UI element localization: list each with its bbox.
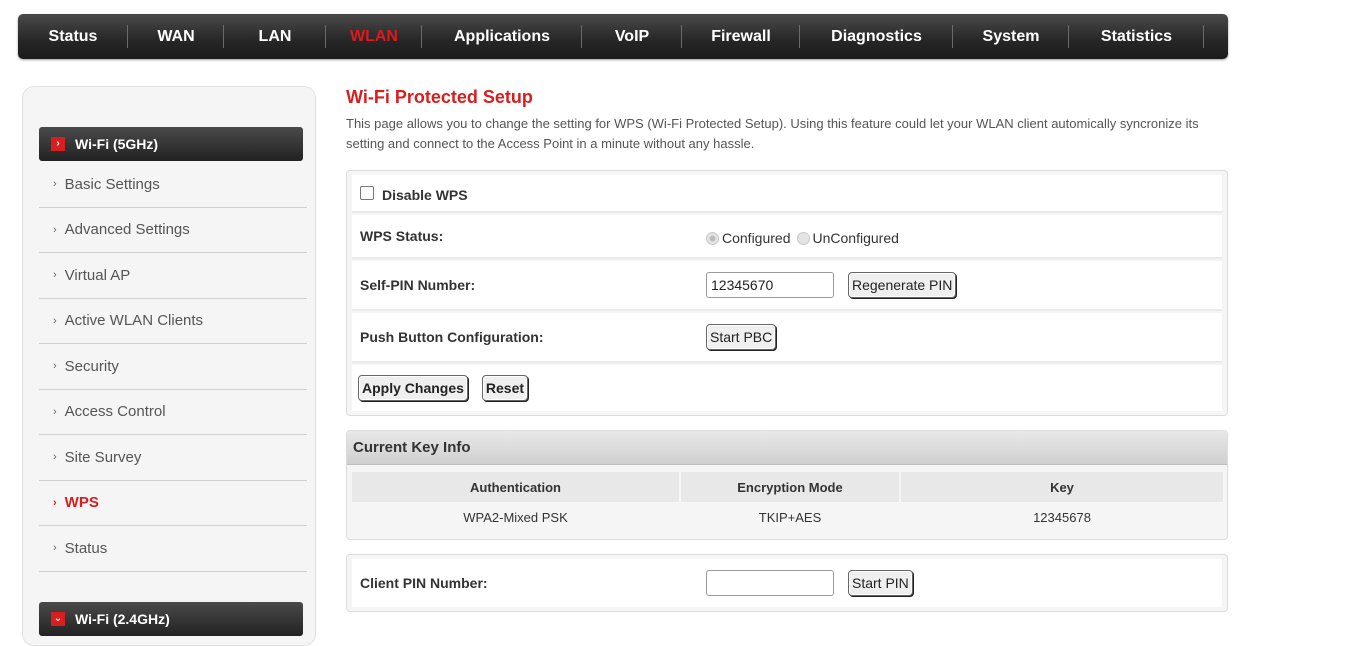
nav-statistics[interactable]: Statistics xyxy=(1069,14,1204,59)
sidebar: › Wi-Fi (5GHz) › Basic Settings › Advanced… xyxy=(22,86,316,646)
nav-system[interactable]: System xyxy=(953,14,1069,59)
wps-status-row: WPS Status: Configured UnConfigured xyxy=(352,215,1222,259)
client-pin-row: Client PIN Number: Start PIN xyxy=(352,559,1222,607)
chevron-down-icon: ⌄ xyxy=(51,612,65,626)
sidebar-group-label: Wi-Fi (5GHz) xyxy=(75,136,159,152)
disable-wps-row: Disable WPS xyxy=(352,175,1222,213)
page-title: Wi-Fi Protected Setup xyxy=(346,87,533,107)
cell-encryption-mode: TKIP+AES xyxy=(681,502,899,532)
pbc-label: Push Button Configuration: xyxy=(360,329,544,345)
sidebar-item-security[interactable]: › Security xyxy=(39,344,307,390)
sidebar-item-label: Basic Settings xyxy=(64,175,160,193)
sidebar-item-label: Security xyxy=(64,357,119,375)
chevron-right-icon: › xyxy=(51,137,65,151)
client-pin-controls: Start PIN xyxy=(706,570,913,596)
configured-label: Configured xyxy=(722,230,791,246)
sidebar-item-virtual-ap[interactable]: › Virtual AP xyxy=(39,253,307,299)
bullet-icon: › xyxy=(53,451,57,464)
start-pbc-button[interactable]: Start PBC xyxy=(706,324,777,350)
sidebar-item-basic-settings[interactable]: › Basic Settings xyxy=(39,162,307,208)
bullet-icon: › xyxy=(53,178,57,191)
key-info-header-row: Authentication Encryption Mode Key xyxy=(352,472,1223,502)
header-authentication: Authentication xyxy=(352,472,679,502)
bullet-icon: › xyxy=(53,496,57,509)
key-info-title: Current Key Info xyxy=(347,431,1227,465)
self-pin-input[interactable]: 12345670 xyxy=(706,272,834,298)
header-key: Key xyxy=(901,472,1223,502)
sidebar-group-label: Wi-Fi (2.4GHz) xyxy=(75,611,170,627)
top-nav: Status WAN LAN WLAN Applications VoIP Fi… xyxy=(18,14,1228,59)
sidebar-item-label: Virtual AP xyxy=(64,266,131,284)
pbc-row: Push Button Configuration: Start PBC xyxy=(352,313,1222,363)
wps-status-options: Configured UnConfigured xyxy=(706,230,905,246)
header-encryption-mode: Encryption Mode xyxy=(681,472,899,502)
nav-wan[interactable]: WAN xyxy=(128,14,224,59)
sidebar-item-label: WPS xyxy=(64,494,99,512)
self-pin-controls: 12345670 Regenerate PIN xyxy=(706,272,957,298)
table-row: WPA2-Mixed PSK TKIP+AES 12345678 xyxy=(352,502,1223,532)
sidebar-group-wifi-5ghz[interactable]: › Wi-Fi (5GHz) xyxy=(39,127,303,161)
sidebar-item-label: Status xyxy=(64,539,108,557)
sidebar-item-label: Active WLAN Clients xyxy=(64,312,204,330)
apply-changes-button[interactable]: Apply Changes xyxy=(358,375,468,401)
nav-voip[interactable]: VoIP xyxy=(582,14,682,59)
wps-status-label: WPS Status: xyxy=(360,228,444,244)
sidebar-item-label: Site Survey xyxy=(64,448,142,466)
unconfigured-label: UnConfigured xyxy=(812,230,899,246)
bullet-icon: › xyxy=(53,314,57,327)
bullet-icon: › xyxy=(53,269,57,282)
sidebar-group-wifi-24ghz[interactable]: ⌄ Wi-Fi (2.4GHz) xyxy=(39,602,303,636)
start-pin-button[interactable]: Start PIN xyxy=(848,570,913,596)
client-pin-input[interactable] xyxy=(706,570,834,596)
self-pin-label: Self-PIN Number: xyxy=(360,277,476,293)
client-pin-panel: Client PIN Number: Start PIN xyxy=(346,554,1228,612)
cell-authentication: WPA2-Mixed PSK xyxy=(352,502,679,532)
bullet-icon: › xyxy=(53,360,57,373)
self-pin-row: Self-PIN Number: 12345670 Regenerate PIN xyxy=(352,261,1222,311)
page-description: This page allows you to change the setti… xyxy=(346,116,1199,151)
wps-settings-panel: Disable WPS WPS Status: Configured UnCon… xyxy=(346,170,1228,416)
sidebar-item-advanced-settings[interactable]: › Advanced Settings xyxy=(39,208,307,253)
regenerate-pin-button[interactable]: Regenerate PIN xyxy=(848,272,957,298)
sidebar-item-access-control[interactable]: › Access Control xyxy=(39,390,307,435)
bullet-icon: › xyxy=(53,223,57,236)
unconfigured-radio[interactable] xyxy=(796,231,810,245)
sidebar-item-status[interactable]: › Status xyxy=(39,526,307,572)
sidebar-item-active-wlan-clients[interactable]: › Active WLAN Clients xyxy=(39,299,307,344)
nav-firewall[interactable]: Firewall xyxy=(682,14,800,59)
key-info-panel: Current Key Info Authentication Encrypti… xyxy=(346,430,1228,540)
configured-radio[interactable] xyxy=(706,231,719,245)
nav-lan[interactable]: LAN xyxy=(224,14,326,59)
cell-key: 12345678 xyxy=(901,502,1223,532)
bullet-icon: › xyxy=(53,542,57,555)
sidebar-item-label: Access Control xyxy=(64,403,166,421)
actions-row: Apply Changes Reset xyxy=(352,365,1222,411)
nav-applications[interactable]: Applications xyxy=(422,14,582,59)
sidebar-item-site-survey[interactable]: › Site Survey xyxy=(39,435,307,481)
client-pin-label: Client PIN Number: xyxy=(360,575,488,591)
nav-diagnostics[interactable]: Diagnostics xyxy=(800,14,953,59)
nav-wlan[interactable]: WLAN xyxy=(326,14,422,59)
bullet-icon: › xyxy=(53,405,57,418)
key-info-table: Authentication Encryption Mode Key WPA2-… xyxy=(352,472,1223,532)
sidebar-list: › Basic Settings › Advanced Settings › Virt… xyxy=(39,162,307,572)
disable-wps-checkbox[interactable] xyxy=(360,186,374,200)
nav-status[interactable]: Status xyxy=(18,14,128,59)
sidebar-item-label: Advanced Settings xyxy=(64,221,190,239)
pbc-controls: Start PBC xyxy=(706,324,777,350)
sidebar-item-wps[interactable]: › WPS xyxy=(39,481,307,526)
disable-wps-label: Disable WPS xyxy=(382,186,468,203)
reset-button[interactable]: Reset xyxy=(481,375,529,401)
